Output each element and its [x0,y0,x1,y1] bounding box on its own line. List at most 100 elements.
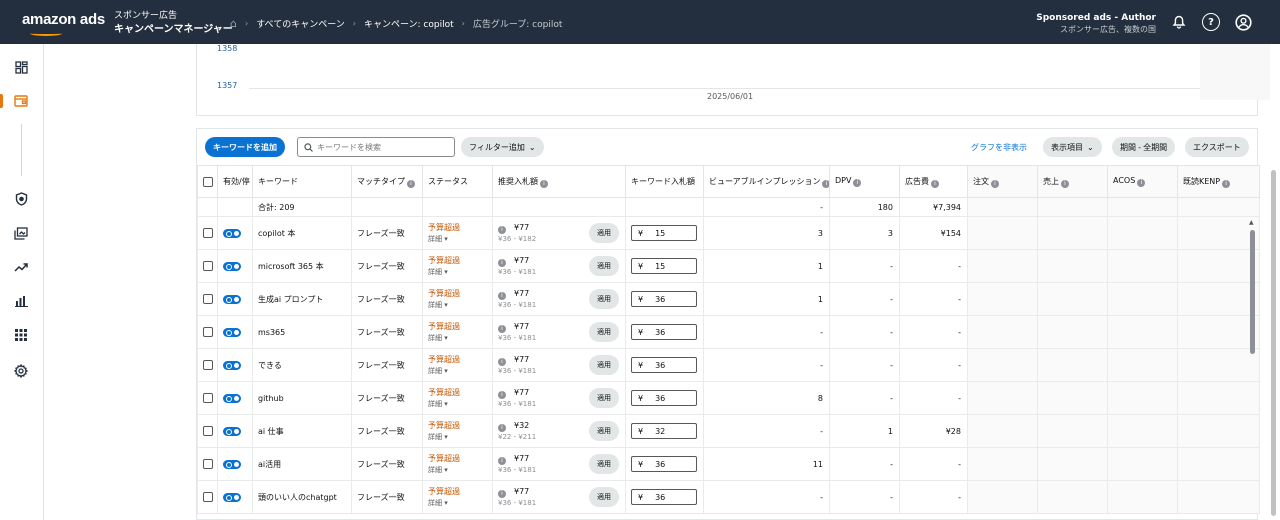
columns-button[interactable]: 表示項目 ⌄ [1043,137,1102,157]
apply-button[interactable]: 適用 [589,421,619,441]
detail-link[interactable]: 詳細 ▾ [428,498,492,508]
apply-button[interactable]: 適用 [589,322,619,342]
info-icon[interactable]: i [498,258,506,267]
bid-input[interactable]: ¥36 [631,390,697,406]
info-icon[interactable]: i [822,179,829,188]
shield-icon[interactable] [12,190,30,208]
apply-button[interactable]: 適用 [589,223,619,243]
enabled-toggle[interactable] [223,492,241,502]
user-icon[interactable] [1234,13,1252,31]
enabled-toggle[interactable] [223,393,241,403]
row-checkbox[interactable] [203,294,213,304]
add-keyword-button[interactable]: キーワードを追加 [205,137,285,157]
bid-input[interactable]: ¥36 [631,324,697,340]
apply-button[interactable]: 適用 [589,355,619,375]
info-icon[interactable]: i [1222,179,1231,188]
creatives-icon[interactable] [12,224,30,242]
account-selector[interactable]: Sponsored ads - Author スポンサー広告、複数の国 [1036,13,1156,35]
select-all-checkbox[interactable] [203,176,213,187]
apply-button[interactable]: 適用 [589,256,619,276]
enabled-toggle[interactable] [223,360,241,370]
header-kenp[interactable]: 既読KENP i [1177,165,1260,198]
scroll-up-icon[interactable]: ▲ [1249,219,1254,226]
header-suggested-bid[interactable]: 推奨入札額 i [492,165,626,198]
bid-input[interactable]: ¥15 [631,225,697,241]
detail-link[interactable]: 詳細 ▾ [428,432,492,442]
export-button[interactable]: エクスポート [1185,137,1249,157]
keyword-search[interactable] [297,137,455,157]
enabled-toggle[interactable] [223,327,241,337]
detail-link[interactable]: 詳細 ▾ [428,234,492,244]
bid-input[interactable]: ¥36 [631,291,697,307]
help-icon[interactable]: ? [1202,13,1220,31]
enabled-toggle[interactable] [223,426,241,436]
row-checkbox[interactable] [203,327,213,337]
detail-link[interactable]: 詳細 ▾ [428,267,492,277]
header-status[interactable]: ステータス [422,165,493,198]
bid-input[interactable]: ¥15 [631,258,697,274]
bid-input[interactable]: ¥36 [631,357,697,373]
trend-icon[interactable] [12,258,30,276]
info-icon[interactable]: i [931,179,939,188]
header-select-all[interactable] [197,165,218,198]
info-icon[interactable]: i [498,423,506,432]
gear-icon[interactable] [12,362,30,380]
info-icon[interactable]: i [853,179,862,187]
breadcrumb-campaign[interactable]: キャンペーン: copilot [364,17,454,30]
bid-input[interactable]: ¥36 [631,456,697,472]
enabled-toggle[interactable] [223,459,241,469]
apply-button[interactable]: 適用 [589,388,619,408]
info-icon[interactable]: i [498,489,506,498]
header-match[interactable]: マッチタイプ i [351,165,423,198]
detail-link[interactable]: 詳細 ▾ [428,399,492,409]
search-input[interactable] [317,142,437,152]
info-icon[interactable]: i [498,357,506,366]
enabled-toggle[interactable] [223,294,241,304]
dashboard-icon[interactable] [12,58,30,76]
row-checkbox[interactable] [203,459,213,469]
amazon-ads-logo[interactable]: amazon ads [22,11,105,28]
header-sales[interactable]: 売上 i [1037,165,1108,198]
header-dpv[interactable]: DPV i [829,165,900,198]
apply-button[interactable]: 適用 [589,454,619,474]
bid-input[interactable]: ¥32 [631,423,697,439]
info-icon[interactable]: i [498,225,506,234]
info-icon[interactable]: i [498,324,506,333]
enabled-toggle[interactable] [223,228,241,238]
bell-icon[interactable] [1170,13,1188,31]
reports-icon[interactable] [12,292,30,310]
hide-graph-link[interactable]: グラフを非表示 [971,142,1027,153]
info-icon[interactable]: i [1061,179,1069,188]
enabled-toggle[interactable] [223,261,241,271]
header-viewable-impressions[interactable]: ビューアブルインプレッション i [703,165,830,198]
filter-button[interactable]: フィルター追加 ⌄ [461,137,544,157]
info-icon[interactable]: i [498,291,506,300]
row-checkbox[interactable] [203,228,213,238]
detail-link[interactable]: 詳細 ▾ [428,300,492,310]
bid-input[interactable]: ¥36 [631,489,697,505]
apps-grid-icon[interactable] [12,326,30,344]
home-icon[interactable]: ⌂ [230,17,237,30]
header-acos[interactable]: ACOS i [1107,165,1178,198]
info-icon[interactable]: i [540,179,548,188]
detail-link[interactable]: 詳細 ▾ [428,333,492,343]
apply-button[interactable]: 適用 [589,487,619,507]
row-checkbox[interactable] [203,261,213,271]
info-icon[interactable]: i [407,179,415,188]
apply-button[interactable]: 適用 [589,289,619,309]
row-checkbox[interactable] [203,393,213,403]
detail-link[interactable]: 詳細 ▾ [428,465,492,475]
info-icon[interactable]: i [1137,179,1146,187]
row-checkbox[interactable] [203,426,213,436]
period-button[interactable]: 期間 - 全期間 [1112,137,1176,157]
row-checkbox[interactable] [203,360,213,370]
row-checkbox[interactable] [203,492,213,502]
header-keyword[interactable]: キーワード [252,165,352,198]
info-icon[interactable]: i [498,390,506,399]
header-orders[interactable]: 注文 i [967,165,1038,198]
header-keyword-bid[interactable]: キーワード入札額 [625,165,704,198]
header-spend[interactable]: 広告費 i [899,165,968,198]
breadcrumb-all-campaigns[interactable]: すべてのキャンペーン [256,17,345,30]
campaigns-icon[interactable] [12,92,30,110]
detail-link[interactable]: 詳細 ▾ [428,366,492,376]
